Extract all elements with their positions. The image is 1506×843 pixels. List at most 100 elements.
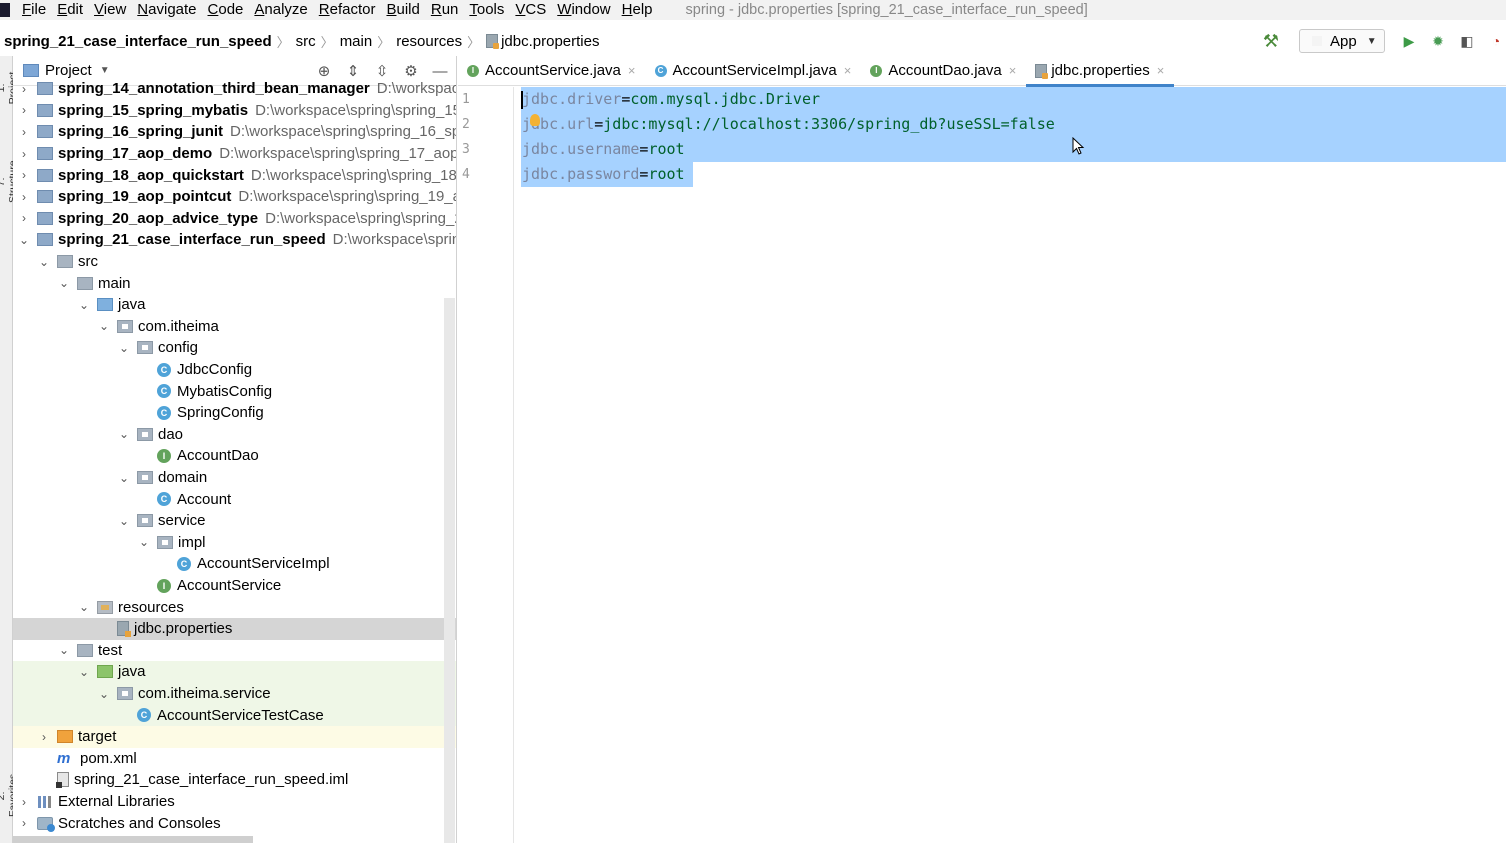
chevron-right-icon[interactable]: › (17, 190, 31, 204)
tree-item[interactable]: ⌄ config (13, 337, 456, 359)
coverage-icon[interactable]: ◧ (1459, 33, 1475, 49)
menu-code[interactable]: Code (208, 0, 244, 20)
tree-item[interactable]: C SpringConfig (13, 402, 456, 424)
module-icon (37, 211, 53, 225)
tree-item[interactable]: ⌄ java (13, 661, 456, 683)
vertical-scrollbar[interactable] (444, 298, 455, 843)
tab-jdbc-properties[interactable]: jdbc.properties × (1026, 56, 1175, 87)
chevron-down-icon[interactable]: ⌄ (77, 600, 91, 614)
menu-refactor[interactable]: Refactor (319, 0, 376, 20)
chevron-down-icon[interactable]: ⌄ (77, 665, 91, 679)
close-icon[interactable]: × (628, 63, 636, 78)
horizontal-scrollbar[interactable] (13, 836, 253, 843)
run-icon[interactable]: ▶ (1401, 33, 1417, 49)
breadcrumb-src[interactable]: src (296, 33, 316, 50)
close-icon[interactable]: × (844, 63, 852, 78)
chevron-right-icon[interactable]: › (17, 168, 31, 182)
chevron-right-icon[interactable]: › (17, 211, 31, 225)
chevron-down-icon[interactable]: ⌄ (17, 233, 31, 247)
menu-file[interactable]: File (22, 0, 46, 20)
close-icon[interactable]: × (1157, 63, 1165, 78)
tree-item[interactable]: I AccountDao (13, 445, 456, 467)
tab-accountserviceimpl[interactable]: C AccountServiceImpl.java × (646, 56, 862, 86)
tree-item[interactable]: ⌄ main (13, 272, 456, 294)
tree-item[interactable]: ⌄ src (13, 251, 456, 273)
tree-item[interactable]: › External Libraries (13, 791, 456, 813)
tree-item[interactable]: m pom.xml (13, 748, 456, 770)
tree-item[interactable]: ⌄ spring_21_case_interface_run_speed D:\wo… (13, 229, 456, 251)
code-editor[interactable]: jdbc.driver=com.mysql.jdbc.Driver jdbc.u… (515, 87, 1506, 843)
tree-item[interactable]: jdbc.properties (13, 618, 456, 640)
tree-item[interactable]: ⌄ com.itheima (13, 316, 456, 338)
chevron-down-icon[interactable]: ⌄ (57, 276, 71, 290)
menu-run[interactable]: Run (431, 0, 459, 20)
menu-edit[interactable]: Edit (57, 0, 83, 20)
tree-item[interactable]: I AccountService (13, 575, 456, 597)
tree-item[interactable]: ⌄ service (13, 510, 456, 532)
menu-build[interactable]: Build (386, 0, 419, 20)
tree-item[interactable]: › spring_20_aop_advice_type D:\workspace\s… (13, 208, 456, 230)
build-hammer-icon[interactable]: ⚒ (1263, 31, 1279, 52)
chevron-down-icon[interactable]: ⌄ (57, 643, 71, 657)
chevron-right-icon[interactable]: › (17, 82, 31, 96)
tree-item[interactable]: ⌄ impl (13, 532, 456, 554)
chevron-down-icon[interactable]: ⌄ (117, 471, 131, 485)
chevron-right-icon[interactable]: › (37, 730, 51, 744)
chevron-down-icon[interactable]: ⌄ (97, 319, 111, 333)
tree-item[interactable]: C JdbcConfig (13, 359, 456, 381)
chevron-down-icon[interactable]: ⌄ (37, 255, 51, 269)
lightbulb-icon[interactable] (530, 114, 540, 126)
tree-item[interactable]: › target (13, 726, 456, 748)
profile-icon[interactable]: ◔ (1488, 33, 1504, 49)
chevron-down-icon[interactable]: ⌄ (77, 298, 91, 312)
tree-item[interactable]: C AccountServiceImpl (13, 553, 456, 575)
chevron-down-icon[interactable]: ⌄ (117, 341, 131, 355)
breadcrumb-file[interactable]: jdbc.properties (501, 33, 599, 50)
chevron-down-icon[interactable]: ▼ (100, 65, 110, 76)
menu-navigate[interactable]: Navigate (137, 0, 196, 20)
tree-item[interactable]: › spring_15_spring_mybatis D:\workspace\sp… (13, 100, 456, 122)
tree-item[interactable]: › spring_17_aop_demo D:\workspace\spring\s… (13, 143, 456, 165)
chevron-right-icon[interactable]: › (17, 103, 31, 117)
tree-item[interactable]: spring_21_case_interface_run_speed.iml (13, 769, 456, 791)
tree-item[interactable]: › spring_14_annotation_third_bean_manager… (13, 78, 456, 100)
tree-item[interactable]: ⌄ com.itheima.service (13, 682, 456, 705)
minimize-icon[interactable]: — (430, 63, 450, 80)
tree-item[interactable]: C AccountServiceTestCase (13, 704, 456, 726)
run-config-select[interactable]: App ▼ (1299, 29, 1385, 53)
chevron-down-icon[interactable]: ⌄ (117, 514, 131, 528)
tree-item[interactable]: ⌄ java (13, 294, 456, 316)
chevron-right-icon[interactable]: › (17, 147, 31, 161)
project-panel-title[interactable]: Project (45, 62, 92, 79)
tree-item[interactable]: C Account (13, 488, 456, 510)
tree-item[interactable]: › spring_19_aop_pointcut D:\workspace\spri… (13, 186, 456, 208)
menu-window[interactable]: Window (557, 0, 610, 20)
chevron-down-icon[interactable]: ⌄ (117, 427, 131, 441)
breadcrumb-main[interactable]: main (340, 33, 373, 50)
tree-item[interactable]: ⌄ resources (13, 596, 456, 618)
chevron-down-icon[interactable]: ⌄ (137, 535, 151, 549)
menu-tools[interactable]: Tools (469, 0, 504, 20)
intellij-logo-icon (0, 3, 10, 17)
tab-accountservice[interactable]: I AccountService.java × (458, 56, 646, 86)
menu-view[interactable]: View (94, 0, 126, 20)
breadcrumb-resources[interactable]: resources (396, 33, 462, 50)
chevron-right-icon[interactable]: › (17, 816, 31, 830)
tree-item[interactable]: › Scratches and Consoles (13, 812, 456, 834)
close-icon[interactable]: × (1009, 63, 1017, 78)
debug-bug-icon[interactable]: ✹ (1430, 33, 1446, 49)
tab-accountdao[interactable]: I AccountDao.java × (861, 56, 1026, 86)
menu-help[interactable]: Help (622, 0, 653, 20)
tree-item[interactable]: › spring_16_spring_junit D:\workspace\spri… (13, 121, 456, 143)
chevron-down-icon[interactable]: ⌄ (97, 687, 111, 701)
tree-item[interactable]: › spring_18_aop_quickstart D:\workspace\sp… (13, 164, 456, 186)
tree-item[interactable]: ⌄ test (13, 640, 456, 662)
tree-item[interactable]: ⌄ domain (13, 467, 456, 489)
tree-item[interactable]: ⌄ dao (13, 424, 456, 446)
chevron-right-icon[interactable]: › (17, 795, 31, 809)
breadcrumb-project[interactable]: spring_21_case_interface_run_speed (4, 33, 272, 50)
menu-analyze[interactable]: Analyze (254, 0, 307, 20)
chevron-right-icon[interactable]: › (17, 125, 31, 139)
tree-item[interactable]: C MybatisConfig (13, 380, 456, 402)
menu-vcs[interactable]: VCS (515, 0, 546, 20)
